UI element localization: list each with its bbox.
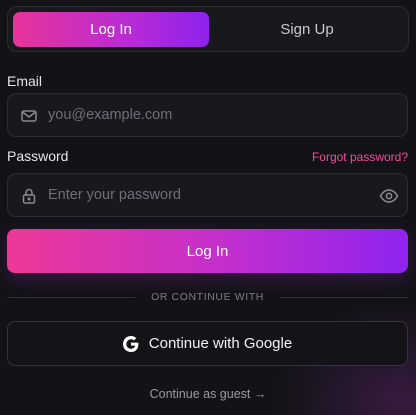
email-label: Email [7, 73, 43, 89]
divider: OR CONTINUE WITH [7, 290, 408, 304]
login-submit-button[interactable]: Log In [7, 229, 408, 273]
google-login-label: Continue with Google [148, 335, 293, 352]
mail-icon [21, 110, 37, 122]
divider-line-right [280, 297, 408, 298]
password-label: Password [7, 148, 69, 164]
email-field[interactable] [48, 94, 368, 136]
lock-icon [22, 188, 36, 204]
google-icon [122, 335, 139, 352]
continue-as-guest-link[interactable]: Continue as guest → [0, 387, 416, 401]
tab-signup[interactable]: Sign Up [209, 12, 405, 47]
auth-tabs: Log In Sign Up [7, 6, 409, 52]
password-field[interactable] [48, 174, 368, 216]
google-login-button[interactable]: Continue with Google [7, 321, 408, 366]
password-field-container [7, 173, 408, 217]
email-field-container [7, 93, 408, 137]
eye-icon[interactable] [379, 187, 399, 205]
forgot-password-link[interactable]: Forgot password? [312, 150, 408, 164]
tab-login[interactable]: Log In [13, 12, 209, 47]
login-page: Log In Sign Up Email Password Forgot pas… [0, 0, 416, 415]
